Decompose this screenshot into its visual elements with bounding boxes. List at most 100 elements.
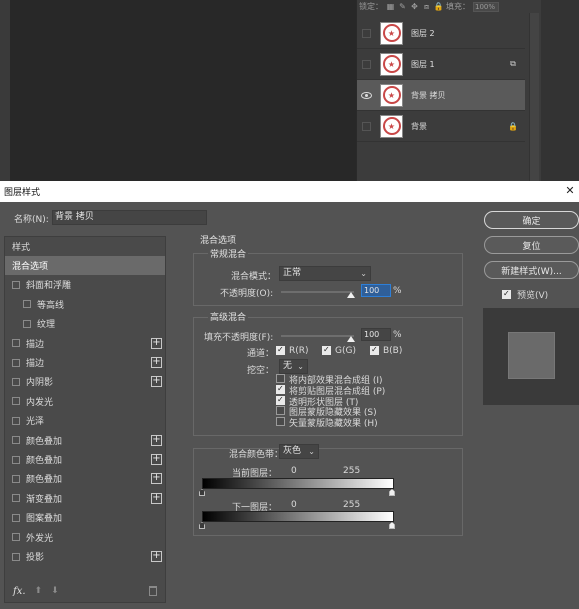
layer-row[interactable]: 背景 🔒 <box>357 111 525 142</box>
add-effect-icon[interactable]: + <box>151 551 162 562</box>
layer-name: 图层 1 <box>411 59 435 69</box>
move-up-icon[interactable]: ⬆ <box>35 586 43 596</box>
style-item[interactable]: 图案叠加 <box>5 508 165 527</box>
style-item[interactable]: 颜色叠加 + <box>5 450 165 469</box>
preview-swatch <box>508 332 555 379</box>
style-checkbox[interactable] <box>12 494 20 503</box>
channel-r-checkbox[interactable] <box>276 345 285 355</box>
lock-all-icon[interactable]: 🔒 <box>434 2 444 11</box>
style-checkbox[interactable] <box>12 280 20 289</box>
style-checkbox[interactable] <box>23 319 31 328</box>
eye-icon <box>361 91 372 99</box>
style-checkbox[interactable] <box>12 358 20 367</box>
style-checkbox[interactable] <box>12 455 20 464</box>
layer-row[interactable]: 图层 2 <box>357 18 525 49</box>
new-style-button[interactable]: 新建样式(W)... <box>484 261 579 279</box>
layer-thumbnail <box>380 83 403 107</box>
style-checkbox[interactable] <box>12 339 20 348</box>
style-item[interactable]: 外发光 <box>5 528 165 547</box>
preview-toggle[interactable]: 预览(V) <box>502 288 548 301</box>
advanced-option-checkbox[interactable] <box>276 406 285 416</box>
advanced-option-checkbox[interactable] <box>276 374 285 383</box>
ok-button[interactable]: 确定 <box>484 211 579 229</box>
lock-brush-icon[interactable]: ✎ <box>398 2 407 11</box>
style-item[interactable]: 内发光 <box>5 392 165 411</box>
fill-opacity-slider-thumb[interactable] <box>347 336 355 342</box>
opacity-unit: % <box>393 286 402 296</box>
opacity-input[interactable]: 100 <box>361 284 391 297</box>
knockout-label: 挖空： <box>247 366 275 376</box>
add-effect-icon[interactable]: + <box>151 337 162 349</box>
this-layer-min: 0 <box>291 466 297 476</box>
advanced-option-checkbox[interactable] <box>276 417 285 427</box>
style-checkbox[interactable] <box>12 436 20 445</box>
add-effect-icon[interactable]: + <box>151 376 162 388</box>
style-item[interactable]: 纹理 <box>5 314 165 333</box>
visibility-toggle[interactable] <box>357 91 376 99</box>
style-item[interactable]: 斜面和浮雕 <box>5 275 165 294</box>
style-item[interactable]: 混合选项 <box>5 256 165 275</box>
style-item-label: 混合选项 <box>12 262 49 272</box>
move-down-icon[interactable]: ⬇ <box>51 586 59 596</box>
layer-row-selected[interactable]: 背景 拷贝 <box>357 80 525 111</box>
blend-if-select[interactable]: 灰色 ⌄ <box>279 444 319 459</box>
lock-artboard-icon[interactable]: ⧈ <box>422 2 431 11</box>
style-checkbox[interactable] <box>12 552 20 561</box>
style-checkbox[interactable] <box>12 397 20 406</box>
visibility-toggle[interactable] <box>357 121 376 131</box>
style-item[interactable]: 光泽 <box>5 411 165 430</box>
visibility-toggle[interactable] <box>357 59 376 69</box>
name-input[interactable]: 背景 拷贝 <box>52 210 207 225</box>
style-item[interactable]: 描边 + <box>5 353 165 372</box>
add-effect-icon[interactable]: + <box>151 454 162 465</box>
add-effect-icon[interactable]: + <box>151 434 162 446</box>
layer-style-dialog: 图层样式 ✕ 名称(N): 背景 拷贝 样式 混合选项 斜面和浮雕 等高线 纹理 描边 +… <box>0 181 579 609</box>
chevron-down-icon: ⌄ <box>297 362 304 371</box>
fill-opacity-slider[interactable] <box>281 335 354 337</box>
trash-icon[interactable] <box>149 586 157 596</box>
advanced-option-checkbox[interactable] <box>276 395 285 405</box>
style-item[interactable]: 等高线 <box>5 295 165 314</box>
close-icon[interactable]: ✕ <box>563 184 577 198</box>
style-item[interactable]: 描边 + <box>5 334 165 353</box>
lock-pixels-icon[interactable]: ▦ <box>386 2 395 11</box>
fill-opacity-input[interactable]: 100 <box>361 328 391 341</box>
style-item[interactable]: 颜色叠加 + <box>5 469 165 488</box>
style-list-header[interactable]: 样式 <box>5 237 165 256</box>
style-checkbox[interactable] <box>12 513 20 522</box>
style-checkbox[interactable] <box>12 533 20 542</box>
seal-icon <box>382 117 401 135</box>
fill-input[interactable]: 100% <box>473 1 499 12</box>
knockout-select[interactable]: 无 ⌄ <box>279 359 308 374</box>
blend-mode-select[interactable]: 正常 ⌄ <box>279 266 371 281</box>
style-checkbox[interactable] <box>12 416 20 425</box>
add-effect-icon[interactable]: + <box>151 492 162 504</box>
opacity-slider[interactable] <box>281 291 354 293</box>
smart-object-icon: ⧉ <box>510 59 516 68</box>
lock-move-icon[interactable]: ✥ <box>410 2 419 11</box>
style-item[interactable]: 渐变叠加 + <box>5 489 165 508</box>
style-item[interactable]: 投影 + <box>5 547 165 566</box>
visibility-toggle[interactable] <box>357 28 376 38</box>
layers-scrollbar[interactable] <box>529 13 539 181</box>
preview-checkbox[interactable] <box>502 289 511 299</box>
style-item-label: 斜面和浮雕 <box>26 281 72 292</box>
reset-button[interactable]: 复位 <box>484 236 579 254</box>
style-checkbox[interactable] <box>12 474 20 483</box>
add-effect-icon[interactable]: + <box>151 473 162 485</box>
fx-button[interactable]: fx. <box>13 586 26 597</box>
style-checkbox[interactable] <box>12 377 20 386</box>
add-effect-icon[interactable]: + <box>151 357 162 368</box>
dialog-title-bar[interactable]: 图层样式 ✕ <box>0 181 579 202</box>
opacity-slider-thumb[interactable] <box>347 292 355 298</box>
advanced-option-checkbox[interactable] <box>276 384 285 394</box>
this-layer-gradient <box>202 478 394 489</box>
style-item[interactable]: 颜色叠加 + <box>5 431 165 450</box>
channel-b-checkbox[interactable] <box>370 345 379 355</box>
channel-g-checkbox[interactable] <box>322 345 331 355</box>
layer-row[interactable]: 图层 1 ⧉ <box>357 49 525 80</box>
chevron-down-icon: ⌄ <box>360 269 367 278</box>
style-item[interactable]: 内阴影 + <box>5 372 165 391</box>
blend-mode-label: 混合模式： <box>231 272 277 282</box>
style-checkbox[interactable] <box>23 300 31 309</box>
